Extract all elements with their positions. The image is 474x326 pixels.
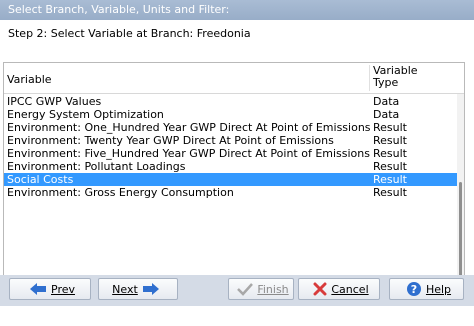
close-x-icon: [313, 282, 327, 296]
vertical-scrollbar[interactable]: [457, 94, 464, 289]
table-row[interactable]: Environment: Gross Energy Consumption Res…: [4, 186, 457, 199]
help-question-icon: ?: [406, 281, 422, 297]
row-variable: Environment: Pollutant Loadings: [7, 160, 186, 173]
list-rows: IPCC GWP Values Data Energy System Optimiz…: [4, 95, 457, 199]
checkmark-icon: [237, 282, 254, 296]
row-variable-type: Result: [373, 147, 407, 160]
table-row[interactable]: Environment: One_Hundred Year GWP Direct…: [4, 121, 457, 134]
prev-button[interactable]: Prev: [9, 278, 91, 300]
column-header-type-line2: Type: [373, 76, 399, 89]
table-row[interactable]: Environment: Twenty Year GWP Direct At P…: [4, 134, 457, 147]
button-bar: Prev Next Finish Cancel ? Help: [0, 275, 474, 306]
row-variable-type: Data: [373, 95, 400, 108]
row-variable: Environment: One_Hundred Year GWP Direct…: [7, 121, 371, 134]
column-header-variable[interactable]: Variable: [7, 73, 52, 86]
table-row[interactable]: Environment: Pollutant Loadings Result: [4, 160, 457, 173]
row-variable-type: Result: [373, 121, 407, 134]
column-divider[interactable]: [369, 65, 370, 91]
arrow-left-icon: [29, 282, 47, 296]
row-variable-type: Result: [373, 186, 407, 199]
row-variable: Environment: Gross Energy Consumption: [7, 186, 234, 199]
table-row[interactable]: IPCC GWP Values Data: [4, 95, 457, 108]
help-button[interactable]: ? Help: [389, 278, 464, 300]
window-title: Select Branch, Variable, Units and Filte…: [8, 3, 230, 16]
finish-label: Finish: [257, 282, 289, 296]
list-header: Variable Variable Type: [4, 63, 464, 94]
scrollbar-thumb[interactable]: [459, 182, 462, 289]
svg-text:?: ?: [411, 283, 417, 296]
arrow-right-icon: [142, 282, 160, 296]
help-label: Help: [425, 282, 452, 296]
table-row[interactable]: Environment: Five_Hundred Year GWP Direc…: [4, 147, 457, 160]
next-button[interactable]: Next: [98, 278, 178, 300]
row-variable: Social Costs: [7, 173, 74, 186]
next-label: Next: [112, 282, 138, 296]
row-variable: Environment: Five_Hundred Year GWP Direc…: [7, 147, 370, 160]
row-variable: Energy System Optimization: [7, 108, 164, 121]
prev-label: Prev: [51, 282, 75, 296]
column-header-variable-type[interactable]: Variable Type: [373, 65, 418, 89]
table-row[interactable]: Energy System Optimization Data: [4, 108, 457, 121]
row-variable-type: Data: [373, 108, 400, 121]
finish-button[interactable]: Finish: [228, 278, 294, 300]
row-variable-type: Result: [373, 173, 407, 186]
row-variable-type: Result: [373, 160, 407, 173]
cancel-button[interactable]: Cancel: [298, 278, 380, 300]
row-variable: IPCC GWP Values: [7, 95, 102, 108]
cancel-label: Cancel: [331, 282, 369, 296]
row-variable: Environment: Twenty Year GWP Direct At P…: [7, 134, 334, 147]
step-label: Step 2: Select Variable at Branch: Freed…: [8, 27, 251, 40]
table-row[interactable]: Social Costs Result: [4, 173, 457, 186]
row-variable-type: Result: [373, 134, 407, 147]
variable-list[interactable]: Variable Variable Type IPCC GWP Values Da…: [3, 62, 465, 290]
window-title-bar: Select Branch, Variable, Units and Filte…: [0, 0, 474, 20]
